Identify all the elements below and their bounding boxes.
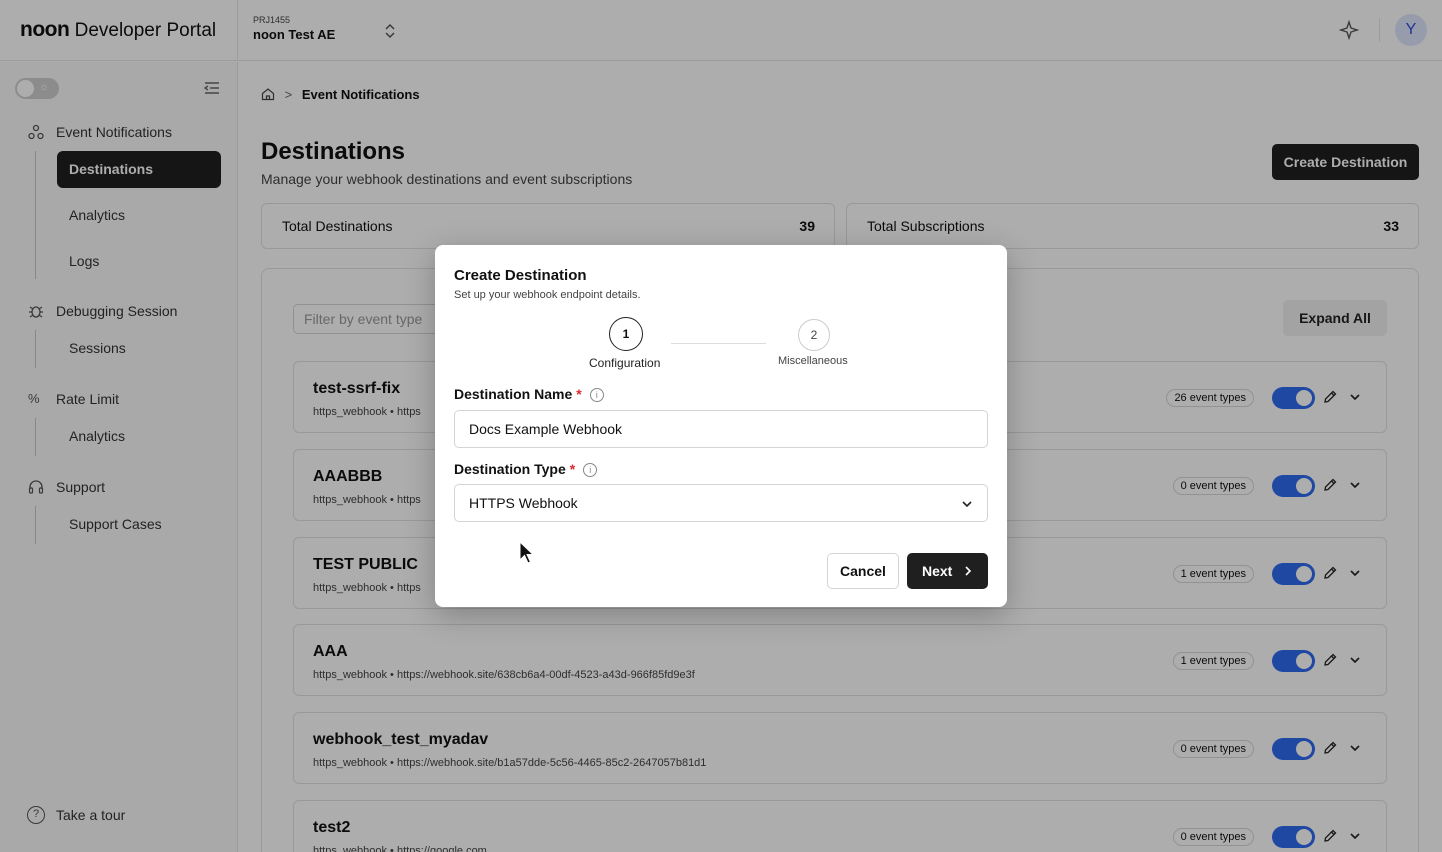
modal-title: Create Destination (454, 267, 587, 284)
info-icon[interactable]: i (589, 388, 604, 402)
field-label-text: Destination Type (454, 461, 566, 477)
chevron-right-icon (965, 566, 972, 576)
cancel-button[interactable]: Cancel (827, 553, 899, 589)
step-1-indicator: 1 (609, 317, 643, 351)
destination-type-label: Destination Type * i (454, 461, 598, 477)
required-marker: * (569, 461, 576, 477)
next-label: Next (922, 563, 953, 579)
destination-type-select[interactable]: HTTPS Webhook (454, 484, 988, 522)
modal-subtitle: Set up your webhook endpoint details. (454, 289, 641, 301)
required-marker: * (576, 386, 582, 402)
step-2-label: Miscellaneous (778, 355, 848, 367)
step-1-label: Configuration (589, 356, 661, 370)
field-label-text: Destination Name (454, 386, 573, 402)
chevron-down-icon (962, 501, 972, 508)
step-connector (671, 343, 766, 344)
selected-value: HTTPS Webhook (469, 495, 578, 511)
destination-name-label: Destination Name * i (454, 386, 604, 402)
mouse-cursor-icon (519, 541, 535, 564)
info-icon[interactable]: i (583, 463, 598, 477)
step-2-indicator: 2 (798, 319, 830, 351)
destination-name-input[interactable]: Docs Example Webhook (454, 410, 988, 448)
next-button[interactable]: Next (907, 553, 988, 589)
